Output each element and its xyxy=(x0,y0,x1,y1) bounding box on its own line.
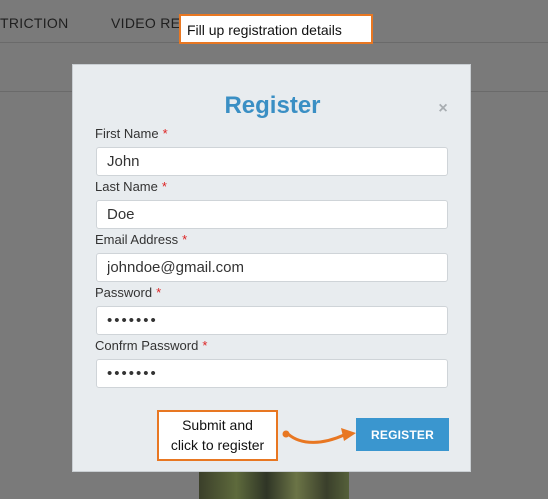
first-name-input[interactable] xyxy=(96,147,448,176)
last-name-label-text: Last Name xyxy=(95,179,158,194)
first-name-label: First Name * xyxy=(95,126,168,141)
annotation-submit: Submit and click to register xyxy=(157,410,278,461)
email-label: Email Address * xyxy=(95,232,187,247)
password-label-text: Password xyxy=(95,285,153,300)
close-icon[interactable]: × xyxy=(436,101,450,117)
confirm-password-label: Confrm Password * xyxy=(95,338,207,353)
last-name-label: Last Name * xyxy=(95,179,167,194)
email-input[interactable] xyxy=(96,253,448,282)
confirm-password-label-text: Confrm Password xyxy=(95,338,199,353)
password-input[interactable] xyxy=(96,306,448,335)
annotation-submit-line1: Submit and xyxy=(182,417,253,433)
confirm-password-input[interactable] xyxy=(96,359,448,388)
required-mark: * xyxy=(156,285,162,300)
background-image xyxy=(199,470,349,499)
email-label-text: Email Address xyxy=(95,232,179,247)
nav-item-restriction[interactable]: TRICTION xyxy=(0,15,69,31)
last-name-input[interactable] xyxy=(96,200,448,229)
annotation-submit-line2: click to register xyxy=(170,437,265,453)
arrow-icon xyxy=(282,428,356,444)
required-mark: * xyxy=(161,179,167,194)
password-label: Password * xyxy=(95,285,161,300)
required-mark: * xyxy=(182,232,188,247)
required-mark: * xyxy=(162,126,168,141)
first-name-label-text: First Name xyxy=(95,126,159,141)
annotation-fill-details: Fill up registration details xyxy=(179,14,373,44)
required-mark: * xyxy=(202,338,208,353)
register-button[interactable]: REGISTER xyxy=(356,418,449,451)
modal-title: Register xyxy=(224,92,321,119)
